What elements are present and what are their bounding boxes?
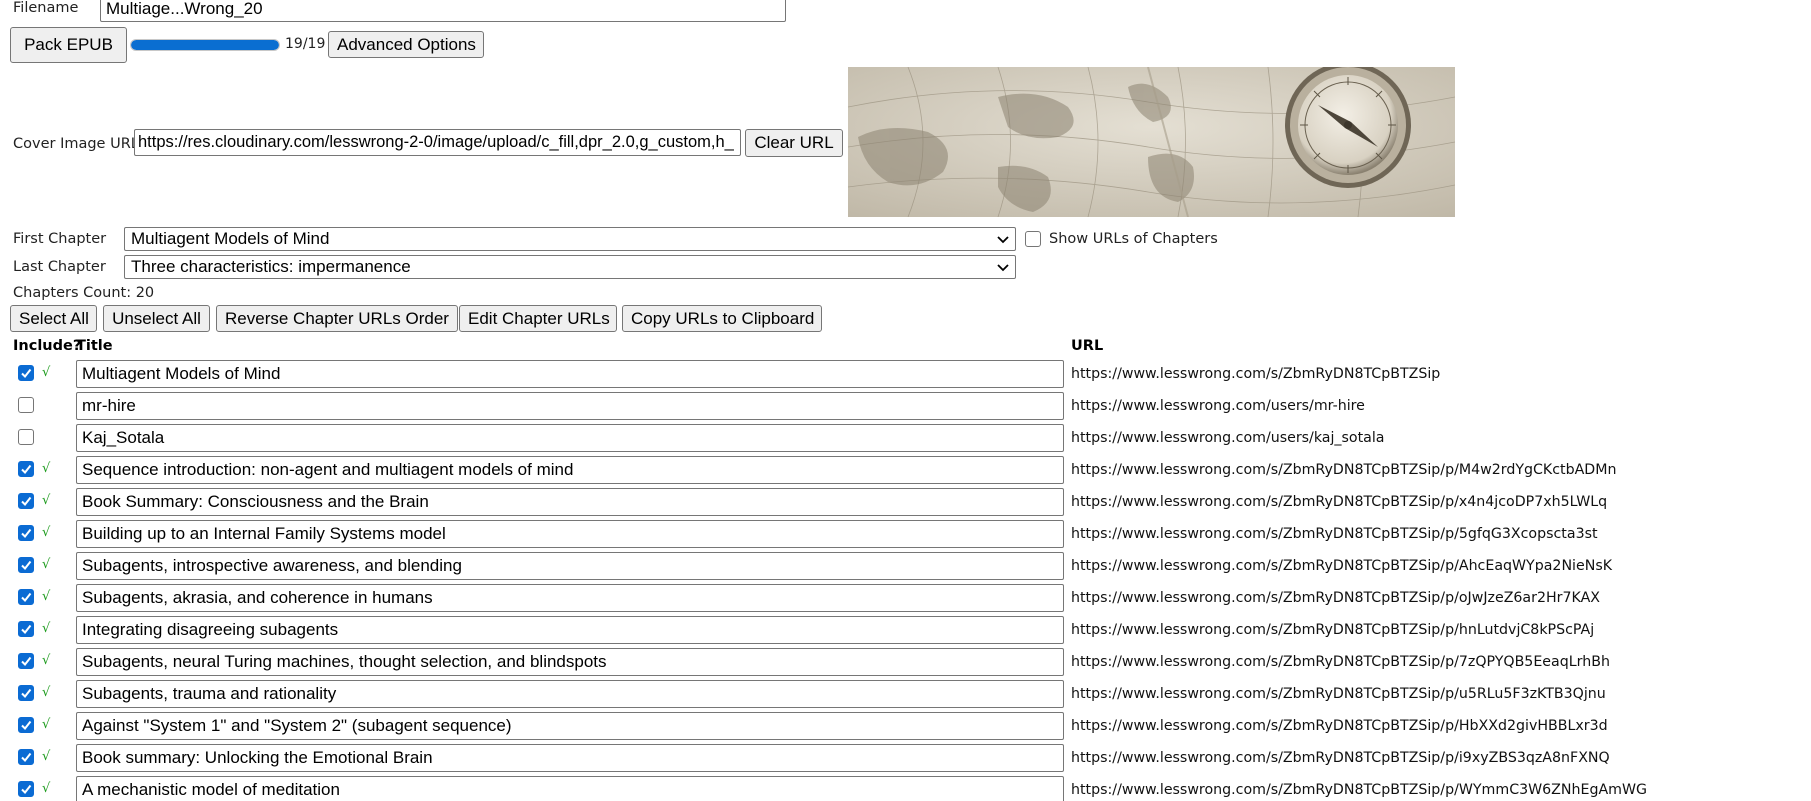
chapter-status-mark: √ <box>42 621 51 636</box>
first-chapter-value: Multiagent Models of Mind <box>131 229 330 248</box>
progress-bar <box>130 39 280 51</box>
title-column-header: Title <box>76 338 113 354</box>
show-urls-label: Show URLs of Chapters <box>1049 231 1218 247</box>
chapter-title-input[interactable] <box>76 648 1064 676</box>
chapter-status-mark: √ <box>42 461 51 476</box>
chapter-include-checkbox[interactable] <box>18 749 34 765</box>
select-all-button[interactable]: Select All <box>10 305 97 332</box>
chapter-status-mark: √ <box>42 557 51 572</box>
check-icon <box>21 464 32 475</box>
chapter-title-input[interactable] <box>76 392 1064 420</box>
chapter-status-mark: √ <box>42 653 51 668</box>
chapter-url: https://www.lesswrong.com/users/kaj_sota… <box>1071 430 1385 446</box>
chapter-title-input[interactable] <box>76 520 1064 548</box>
first-chapter-select[interactable]: Multiagent Models of Mind <box>124 227 1016 251</box>
chapter-include-checkbox[interactable] <box>18 557 34 573</box>
pack-epub-button[interactable]: Pack EPUB <box>10 27 127 63</box>
chapter-url: https://www.lesswrong.com/s/ZbmRyDN8TCpB… <box>1071 718 1608 734</box>
check-icon <box>21 496 32 507</box>
chapter-url: https://www.lesswrong.com/s/ZbmRyDN8TCpB… <box>1071 526 1598 542</box>
show-urls-checkbox[interactable] <box>1025 231 1041 247</box>
chapter-url: https://www.lesswrong.com/s/ZbmRyDN8TCpB… <box>1071 750 1610 766</box>
chapters-count: Chapters Count: 20 <box>13 285 155 301</box>
filename-input[interactable] <box>100 0 786 22</box>
cover-url-input[interactable] <box>134 129 741 156</box>
cover-image <box>848 67 1455 217</box>
unselect-all-button[interactable]: Unselect All <box>103 305 210 332</box>
chapter-include-checkbox[interactable] <box>18 685 34 701</box>
chapter-url: https://www.lesswrong.com/s/ZbmRyDN8TCpB… <box>1071 558 1613 574</box>
epub-builder-page: Filename Pack EPUB 19/19 Advanced Option… <box>0 0 1811 801</box>
chapter-include-checkbox[interactable] <box>18 589 34 605</box>
check-icon <box>21 592 32 603</box>
clear-url-button[interactable]: Clear URL <box>745 129 843 157</box>
advanced-options-button[interactable]: Advanced Options <box>328 31 484 58</box>
chapter-url: https://www.lesswrong.com/s/ZbmRyDN8TCpB… <box>1071 622 1595 638</box>
chapter-include-checkbox[interactable] <box>18 621 34 637</box>
chapter-url: https://www.lesswrong.com/s/ZbmRyDN8TCpB… <box>1071 494 1608 510</box>
cover-url-label: Cover Image URL: <box>13 136 144 152</box>
progress-text: 19/19 <box>285 36 326 52</box>
chapter-title-input[interactable] <box>76 552 1064 580</box>
chapter-status-mark: √ <box>42 525 51 540</box>
copy-urls-button[interactable]: Copy URLs to Clipboard <box>622 305 822 332</box>
chapter-include-checkbox[interactable] <box>18 493 34 509</box>
chapter-title-input[interactable] <box>76 616 1064 644</box>
chapter-include-checkbox[interactable] <box>18 525 34 541</box>
last-chapter-label: Last Chapter <box>13 259 106 275</box>
chapter-include-checkbox[interactable] <box>18 365 34 381</box>
chapter-include-checkbox[interactable] <box>18 397 34 413</box>
last-chapter-select[interactable]: Three characteristics: impermanence <box>124 255 1016 279</box>
url-column-header: URL <box>1071 338 1104 354</box>
check-icon <box>21 688 32 699</box>
cover-image-illustration <box>848 67 1455 217</box>
chapter-include-checkbox[interactable] <box>18 461 34 477</box>
chapter-status-mark: √ <box>42 493 51 508</box>
chapter-title-input[interactable] <box>76 456 1064 484</box>
chapter-status-mark: √ <box>42 365 51 380</box>
chapter-url: https://www.lesswrong.com/s/ZbmRyDN8TCpB… <box>1071 782 1648 798</box>
check-icon <box>21 528 32 539</box>
filename-label: Filename <box>13 0 79 16</box>
chevron-down-icon <box>997 264 1009 272</box>
check-icon <box>21 720 32 731</box>
chapter-title-input[interactable] <box>76 360 1064 388</box>
chapter-url: https://www.lesswrong.com/s/ZbmRyDN8TCpB… <box>1071 590 1600 606</box>
check-icon <box>21 784 32 795</box>
chapter-include-checkbox[interactable] <box>18 653 34 669</box>
chapter-url: https://www.lesswrong.com/s/ZbmRyDN8TCpB… <box>1071 462 1617 478</box>
include-column-header: Include? <box>13 338 82 354</box>
chapter-status-mark: √ <box>42 589 51 604</box>
chapter-status-mark: √ <box>42 781 51 796</box>
chapter-title-input[interactable] <box>76 712 1064 740</box>
chapter-title-input[interactable] <box>76 488 1064 516</box>
check-icon <box>21 624 32 635</box>
chapter-url: https://www.lesswrong.com/s/ZbmRyDN8TCpB… <box>1071 686 1606 702</box>
chapter-url: https://www.lesswrong.com/s/ZbmRyDN8TCpB… <box>1071 654 1610 670</box>
chapter-status-mark: √ <box>42 749 51 764</box>
check-icon <box>21 656 32 667</box>
chapter-title-input[interactable] <box>76 744 1064 772</box>
reverse-order-button[interactable]: Reverse Chapter URLs Order <box>216 305 458 332</box>
chapter-include-checkbox[interactable] <box>18 717 34 733</box>
chapter-include-checkbox[interactable] <box>18 781 34 797</box>
chapter-status-mark: √ <box>42 717 51 732</box>
check-icon <box>21 752 32 763</box>
first-chapter-label: First Chapter <box>13 231 107 247</box>
chapter-url: https://www.lesswrong.com/users/mr-hire <box>1071 398 1365 414</box>
chapter-url: https://www.lesswrong.com/s/ZbmRyDN8TCpB… <box>1071 366 1441 382</box>
chapter-title-input[interactable] <box>76 424 1064 452</box>
progress-fill <box>131 40 279 50</box>
last-chapter-value: Three characteristics: impermanence <box>131 257 411 276</box>
chapter-title-input[interactable] <box>76 584 1064 612</box>
edit-chapter-urls-button[interactable]: Edit Chapter URLs <box>459 305 617 332</box>
chevron-down-icon <box>997 236 1009 244</box>
check-icon <box>21 560 32 571</box>
chapter-title-input[interactable] <box>76 776 1064 801</box>
chapter-status-mark: √ <box>42 685 51 700</box>
chapter-include-checkbox[interactable] <box>18 429 34 445</box>
chapter-title-input[interactable] <box>76 680 1064 708</box>
check-icon <box>21 368 32 379</box>
